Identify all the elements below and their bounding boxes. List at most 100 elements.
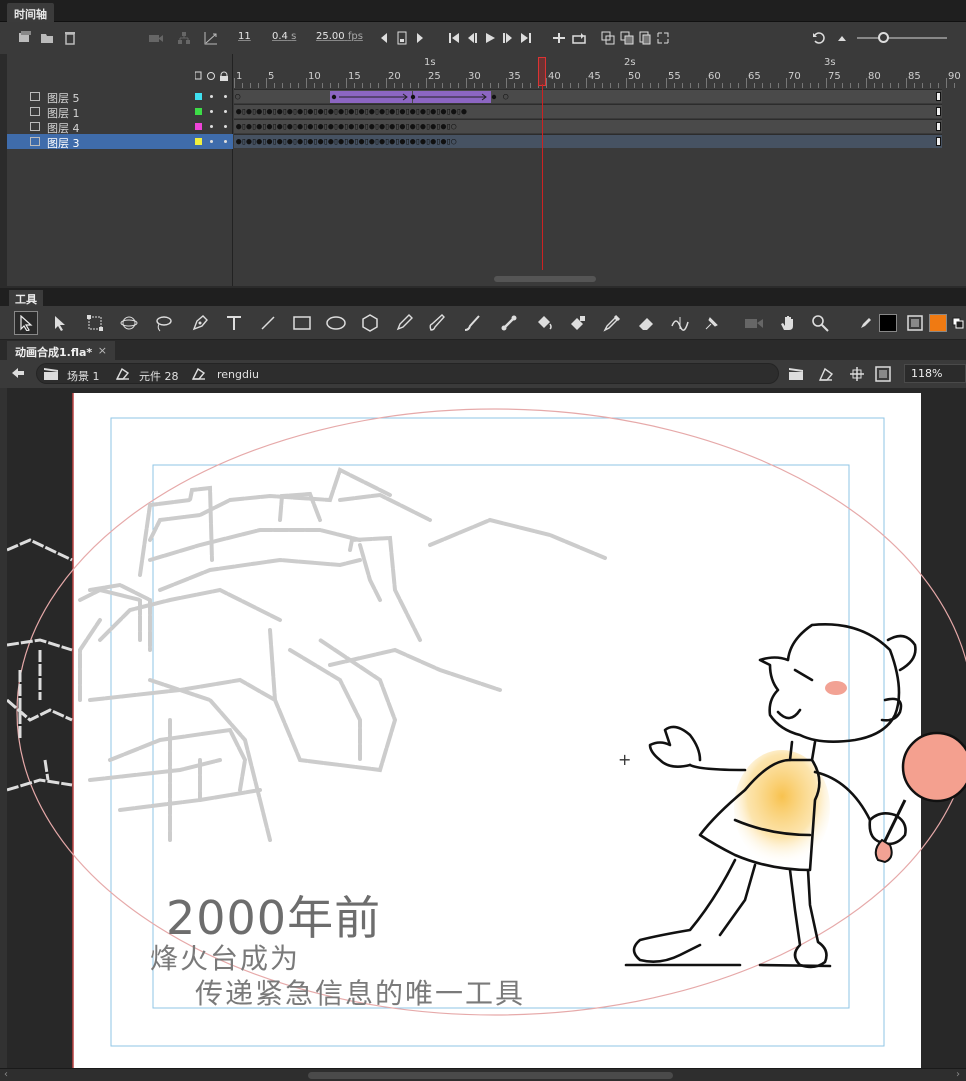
frame-row-layer-5[interactable]: ○ ○ [234, 89, 942, 103]
document-tab[interactable]: 动画合成1.fla* × [7, 341, 115, 360]
stroke-color-pencil-icon[interactable] [854, 311, 878, 335]
3d-rotation-tool-icon[interactable] [117, 311, 141, 335]
goto-first-frame-icon[interactable] [446, 30, 462, 46]
layer-row-3-selected[interactable]: 图层 3 [7, 134, 233, 151]
onion-outline-icon[interactable] [619, 30, 635, 46]
undo-zoom-icon[interactable] [811, 30, 827, 46]
edit-scene-icon[interactable] [788, 366, 806, 385]
back-arrow-icon[interactable] [11, 367, 25, 382]
line-tool-icon[interactable] [256, 311, 280, 335]
pen-tool-icon[interactable] [188, 311, 212, 335]
timeline-horizontal-scrollbar[interactable] [494, 276, 596, 282]
stage-canvas[interactable]: + 2000年前 烽火台成为 传递紧急信息的唯一工具 [7, 388, 966, 1068]
modify-markers-icon[interactable] [655, 30, 671, 46]
scroll-right-icon[interactable]: › [956, 1069, 960, 1080]
hand-tool-icon[interactable] [776, 311, 800, 335]
center-frame-icon[interactable] [551, 30, 567, 46]
paint-bucket-tool-icon[interactable] [532, 311, 556, 335]
ink-bottle-tool-icon[interactable] [566, 311, 590, 335]
brush-tool-icon[interactable] [460, 311, 484, 335]
frame-row-layer-3[interactable]: ●▯●▯●▯●▯●▯●▯●▯●▯●▯●▯●▯●▯●▯●▯●▯●▯●▯●▯●▯●▯… [234, 134, 942, 148]
layer-row-4[interactable]: 图层 4 [7, 119, 233, 135]
subselection-tool-icon[interactable] [48, 311, 72, 335]
step-back-icon[interactable] [464, 30, 480, 46]
current-frame-readout[interactable]: 11 [238, 31, 251, 42]
lasso-tool-icon[interactable] [151, 311, 175, 335]
frames-area[interactable]: 1 5 10 15 20 25 30 35 40 45 50 55 60 65 70 75 80 85 90 1s 2s… [234, 54, 966, 286]
eyedropper-tool-icon[interactable] [600, 311, 624, 335]
prev-keyframe-icon[interactable] [376, 30, 392, 46]
timeline-zoom-slider-knob[interactable] [878, 32, 889, 43]
pin-tool-icon[interactable] [700, 311, 724, 335]
playhead-handle[interactable] [538, 57, 546, 86]
keyframe-sequence[interactable]: ●▯●▯●▯●▯●▯●▯●▯●▯●▯●▯●▯●▯●▯●▯●▯●▯●▯●▯●▯●▯… [236, 122, 456, 132]
onion-skin-icon[interactable] [600, 30, 616, 46]
text-tool-icon[interactable] [222, 311, 246, 335]
lock-dot[interactable] [224, 140, 227, 143]
camera-icon[interactable] [148, 30, 164, 46]
visibility-dot[interactable] [210, 140, 213, 143]
fps-readout[interactable]: 25.00 fps [316, 31, 363, 42]
blank-keyframe[interactable]: ○ [503, 92, 508, 102]
insert-keyframe-icon[interactable] [394, 30, 410, 46]
timeline-zoom-slider-track[interactable] [857, 37, 947, 39]
pasteboard[interactable]: + 2000年前 烽火台成为 传递紧急信息的唯一工具 [7, 388, 966, 1068]
free-transform-tool-icon[interactable] [83, 311, 107, 335]
snap-to-object-icon[interactable] [849, 366, 865, 385]
lock-dot[interactable] [224, 125, 227, 128]
selection-tool-icon[interactable] [14, 311, 38, 335]
breadcrumb-rengdiu[interactable]: rengdiu [217, 368, 259, 381]
goto-last-frame-icon[interactable] [518, 30, 534, 46]
tools-panel-tab[interactable]: 工具 [9, 290, 43, 306]
oval-tool-icon[interactable] [324, 311, 348, 335]
zoom-tool-icon[interactable] [808, 311, 832, 335]
camera-tool-icon[interactable] [742, 311, 766, 335]
graph-easing-icon[interactable] [203, 30, 219, 46]
rectangle-tool-icon[interactable] [290, 311, 314, 335]
new-folder-icon[interactable] [39, 30, 55, 46]
delete-layer-icon[interactable] [62, 30, 78, 46]
visibility-dot[interactable] [210, 95, 213, 98]
stroke-color-swatch[interactable] [879, 314, 897, 332]
lock-dot[interactable] [224, 110, 227, 113]
fill-color-bucket-icon[interactable] [903, 311, 927, 335]
time-ruler[interactable]: 1 5 10 15 20 25 30 35 40 45 50 55 60 65 70 75 80 85 90 1s 2s… [234, 54, 966, 88]
clip-to-stage-icon[interactable] [875, 366, 891, 385]
stage-scrollbar-thumb[interactable] [308, 1072, 673, 1079]
stage-horizontal-scrollbar[interactable]: ‹ › [0, 1068, 966, 1081]
scroll-left-icon[interactable]: ‹ [4, 1069, 8, 1080]
elapsed-time-readout[interactable]: 0.4 s [272, 31, 296, 42]
breadcrumb-scene[interactable]: 场景 1 [67, 368, 100, 384]
keyframe-sequence[interactable]: ●▯●▯●▯●▯●▯●▯●▯●▯●▯●▯●▯●▯●▯●▯●▯●▯●▯●▯●▯●▯… [236, 107, 467, 117]
paint-brush-tool-icon[interactable] [426, 311, 450, 335]
polystar-tool-icon[interactable] [358, 311, 382, 335]
new-layer-icon[interactable] [16, 30, 32, 46]
breadcrumb-symbol[interactable]: 元件 28 [139, 368, 179, 384]
document-tab-close-icon[interactable]: × [98, 344, 107, 357]
zoom-out-icon[interactable] [834, 30, 850, 46]
layer-color-swatch[interactable] [195, 138, 202, 145]
next-keyframe-icon[interactable] [412, 30, 428, 46]
edit-multiple-frames-icon[interactable] [637, 30, 653, 46]
pencil-tool-icon[interactable] [392, 311, 416, 335]
swap-colors-icon[interactable] [950, 311, 966, 335]
layer-color-swatch[interactable] [195, 123, 202, 130]
visibility-dot[interactable] [210, 110, 213, 113]
play-icon[interactable] [482, 30, 498, 46]
bone-tool-icon[interactable] [497, 311, 521, 335]
blank-keyframe[interactable]: ○ [235, 92, 240, 102]
layer-name[interactable]: 图层 3 [47, 135, 80, 151]
fill-color-swatch[interactable] [929, 314, 947, 332]
eraser-tool-icon[interactable] [634, 311, 658, 335]
keyframe-sequence[interactable]: ●▯●▯●▯●▯●▯●▯●▯●▯●▯●▯●▯●▯●▯●▯●▯●▯●▯●▯●▯●▯… [236, 137, 456, 147]
edit-symbols-icon[interactable] [818, 366, 836, 385]
visibility-dot[interactable] [210, 125, 213, 128]
step-forward-icon[interactable] [500, 30, 516, 46]
layer-row-5[interactable]: 图层 5 [7, 89, 233, 105]
loop-icon[interactable] [571, 30, 587, 46]
timeline-panel-tab[interactable]: 时间轴 [7, 3, 54, 22]
layer-color-swatch[interactable] [195, 93, 202, 100]
zoom-level-field[interactable]: 118% [904, 364, 966, 383]
frame-row-layer-1[interactable]: ●▯●▯●▯●▯●▯●▯●▯●▯●▯●▯●▯●▯●▯●▯●▯●▯●▯●▯●▯●▯… [234, 104, 942, 118]
layer-color-swatch[interactable] [195, 108, 202, 115]
